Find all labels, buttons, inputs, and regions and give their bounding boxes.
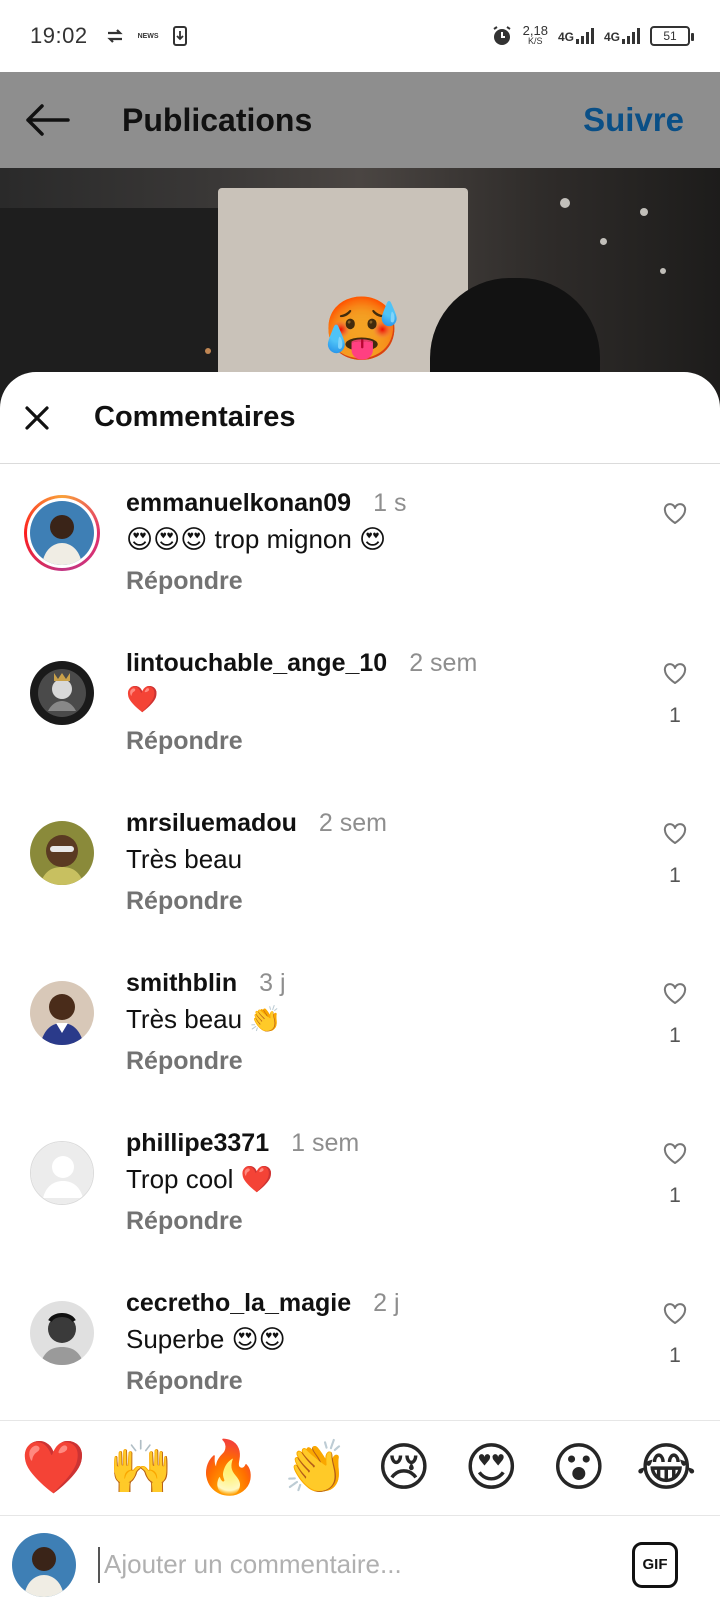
page-title: Publications	[122, 101, 313, 138]
current-user-avatar	[12, 1532, 76, 1597]
reply-button[interactable]: Répondre	[126, 1367, 243, 1396]
comment-text: Trop cool ❤️	[126, 1164, 274, 1194]
comment-item: mrsiluemadou 2 sem Très beau Répondre 1	[0, 797, 720, 947]
comment-item: smithblin 3 j Très beau 👏 Répondre 1	[0, 957, 720, 1107]
comment-text: Très beau	[126, 844, 243, 874]
heart-icon[interactable]	[663, 1143, 687, 1170]
comment-item: lintouchable_ange_10 2 sem ❤️ Répondre 1	[0, 637, 720, 787]
comment-username[interactable]: emmanuelkonan09	[126, 489, 351, 518]
reaction-laugh[interactable]: 😂	[631, 1438, 701, 1498]
network-type-2: 4G	[603, 30, 620, 44]
reaction-surprised[interactable]: 😮	[544, 1438, 614, 1498]
download-icon	[172, 26, 187, 46]
comment-time: 3 j	[259, 969, 286, 997]
status-time: 19:02	[30, 23, 88, 48]
comment-text: 😍😍😍 trop mignon 😍	[126, 524, 387, 554]
post-header: Publications Suivre	[0, 72, 720, 168]
comment-username[interactable]: cecretho_la_magie	[126, 1289, 351, 1318]
comment-item: emmanuelkonan09 1 s 😍😍😍 trop mignon 😍 Ré…	[0, 477, 720, 627]
like-count: 1	[669, 1344, 681, 1367]
comment-text: Superbe 😍😍	[126, 1324, 286, 1354]
like-count: 1	[669, 864, 681, 887]
like-count: 1	[669, 704, 681, 727]
comment-time: 1 s	[373, 489, 407, 517]
reaction-clap[interactable]: 👏	[281, 1438, 351, 1498]
like-count: 1	[669, 1024, 681, 1047]
battery-level: 51	[663, 29, 677, 43]
close-icon[interactable]	[22, 403, 52, 433]
avatar[interactable]	[30, 501, 94, 565]
status-bar: 19:02 NEWS 2,18 K/S 4G 4G 51	[0, 0, 720, 72]
comment-text: ❤️	[126, 684, 159, 714]
news-icon: NEWS	[137, 32, 159, 40]
comment-input[interactable]	[98, 1546, 632, 1583]
comment-item: cecretho_la_magie 2 j Superbe 😍😍 Répondr…	[0, 1277, 720, 1427]
signal-bars-icon	[622, 28, 640, 44]
reaction-sad[interactable]: 😢	[369, 1438, 439, 1498]
reaction-raised-hands[interactable]: 🙌	[106, 1438, 176, 1498]
default-avatar[interactable]	[30, 1141, 94, 1205]
comment-time: 2 sem	[318, 809, 387, 837]
comment-time: 2 j	[373, 1289, 400, 1317]
sync-icon	[106, 28, 124, 44]
reaction-heart-eyes[interactable]: 😍	[456, 1438, 526, 1498]
sheet-title: Commentaires	[94, 401, 296, 433]
signal-2: 4G	[604, 28, 640, 44]
net-speed-value: 2,18	[522, 23, 548, 38]
heart-icon[interactable]	[663, 663, 687, 690]
heart-icon[interactable]	[663, 983, 687, 1010]
comment-text: Très beau 👏	[126, 1004, 282, 1034]
sticker-emoji: 🥵	[323, 295, 401, 364]
comment-composer: GIF	[0, 1517, 720, 1612]
reply-button[interactable]: Répondre	[126, 567, 243, 596]
quick-reactions-bar: ❤️ 🙌 🔥 👏 😢 😍 😮 😂	[0, 1420, 720, 1516]
avatar[interactable]	[30, 1301, 94, 1365]
heart-icon[interactable]	[663, 503, 687, 530]
comment-time: 1 sem	[291, 1129, 360, 1157]
comment-time: 2 sem	[409, 649, 478, 677]
comment-username[interactable]: smithblin	[126, 969, 237, 998]
signal-bars-icon	[575, 28, 594, 44]
heart-icon[interactable]	[663, 823, 687, 850]
heart-icon[interactable]	[663, 1303, 687, 1330]
comment-username[interactable]: phillipe3371	[126, 1129, 269, 1158]
battery-icon: 51	[650, 26, 694, 46]
like-count: 1	[669, 1184, 681, 1207]
avatar[interactable]	[30, 821, 94, 885]
gif-button[interactable]: GIF	[632, 1541, 678, 1588]
signal-1: 4G	[558, 28, 594, 44]
avatar[interactable]	[30, 661, 94, 725]
follow-button[interactable]: Suivre	[583, 101, 684, 139]
comment-item: phillipe3371 1 sem Trop cool ❤️ Répondre…	[0, 1117, 720, 1267]
reply-button[interactable]: Répondre	[126, 727, 243, 756]
reply-button[interactable]: Répondre	[126, 1207, 243, 1236]
comment-username[interactable]: lintouchable_ange_10	[126, 649, 387, 678]
sheet-header: Commentaires	[0, 372, 720, 464]
reaction-fire[interactable]: 🔥	[194, 1438, 264, 1498]
network-type-1: 4G	[557, 30, 574, 44]
reply-button[interactable]: Répondre	[126, 1047, 243, 1076]
back-arrow-icon[interactable]	[24, 100, 74, 140]
reply-button[interactable]: Répondre	[126, 887, 243, 916]
story-ring[interactable]	[24, 495, 100, 571]
comment-username[interactable]: mrsiluemadou	[126, 809, 297, 838]
reaction-heart[interactable]: ❤️	[19, 1438, 89, 1498]
avatar[interactable]	[30, 981, 94, 1045]
alarm-icon	[491, 25, 513, 47]
comment-list[interactable]: emmanuelkonan09 1 s 😍😍😍 trop mignon 😍 Ré…	[0, 465, 720, 1475]
